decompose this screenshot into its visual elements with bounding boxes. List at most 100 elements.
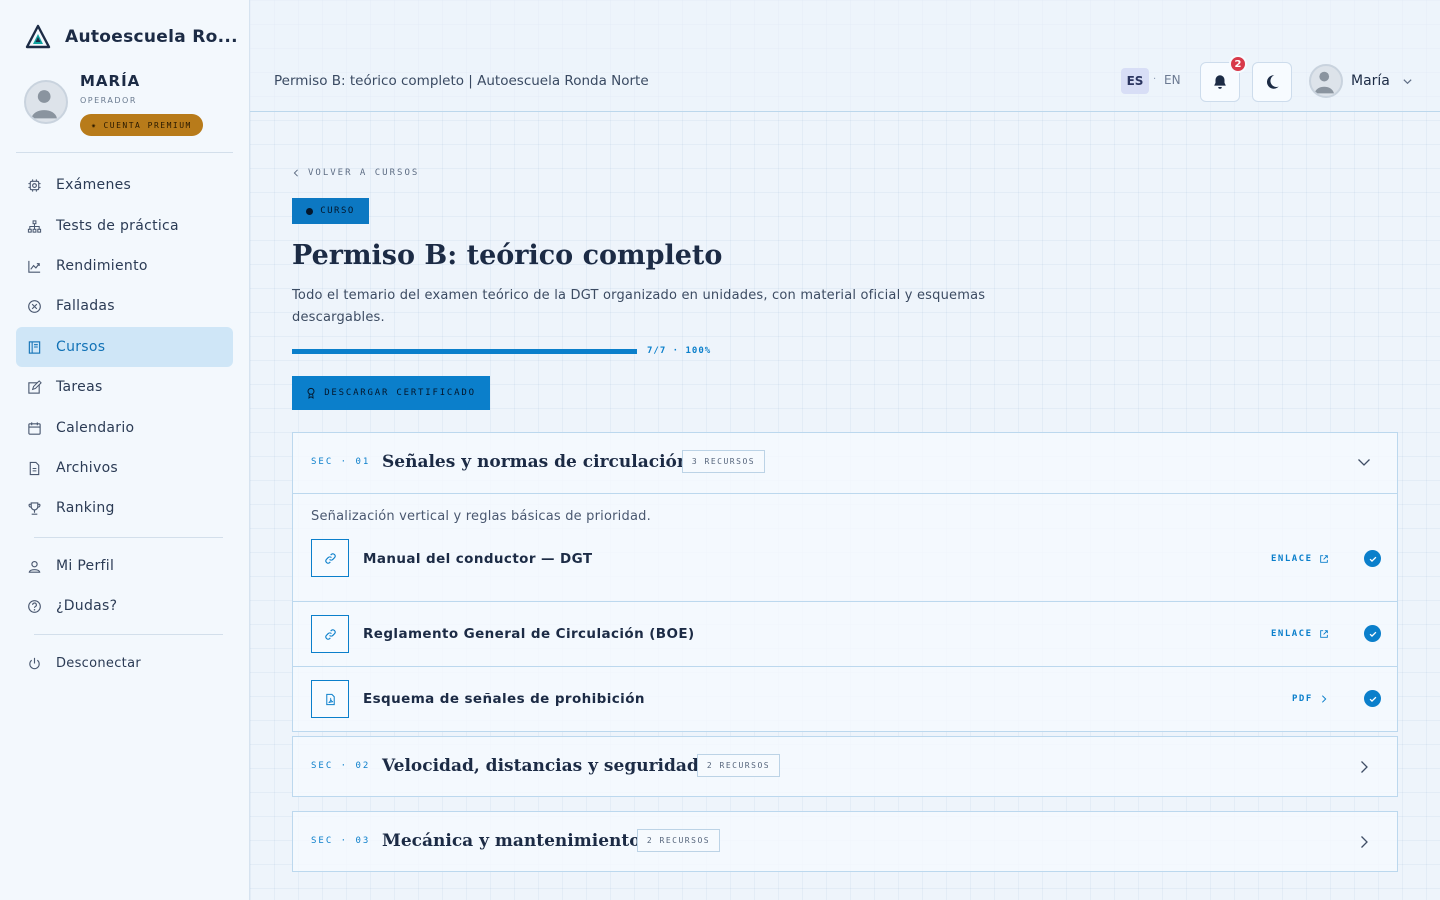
logout-label: Desconectar [56,655,141,671]
sidebar-item-falladas[interactable]: Falladas [16,286,233,326]
user-menu-name: María [1351,73,1390,89]
sidebar-item-examenes[interactable]: Exámenes [16,165,233,205]
theme-toggle-button[interactable] [1252,62,1292,102]
lang-en-button[interactable]: EN [1164,73,1181,87]
chevron-down-icon [1403,78,1412,84]
sidebar-divider [16,152,233,153]
notifications-button[interactable]: 2 [1200,55,1247,102]
edit-icon [27,379,42,395]
user-icon [27,559,42,574]
sidebar-item-label: ¿Dudas? [56,598,118,614]
sidebar-item-cursos[interactable]: Cursos [16,327,233,367]
completed-check-icon [1364,690,1381,707]
course-tag: CURSO [292,198,369,224]
download-certificate-button[interactable]: DESCARGAR CERTIFICADO [292,376,490,410]
section-resource-count: 2 RECURSOS [637,829,720,852]
sidebar-item-archivos[interactable]: Archivos [16,448,233,488]
course-progress-fill [292,349,637,354]
sidebar-item-calendario[interactable]: Calendario [16,408,233,448]
lang-es-button[interactable]: ES [1121,68,1149,94]
chevron-right-icon [1361,836,1368,848]
section-header[interactable]: SEC · 01 Señales y normas de circulación… [293,433,1397,493]
chevron-right-icon [1321,695,1327,703]
course-section[interactable]: SEC · 02 Velocidad, distancias y segurid… [292,736,1398,797]
chip-icon [27,178,42,193]
tag-dot-icon [306,207,314,215]
course-section: SEC · 01 Señales y normas de circulación… [292,432,1398,732]
download-certificate-label: DESCARGAR CERTIFICADO [324,388,476,398]
brand[interactable]: Autoescuela Ro... [25,24,238,50]
external-link-icon [1319,555,1328,563]
trend-chart-icon [27,259,42,274]
back-to-courses-link[interactable]: VOLVER A CURSOS [292,168,419,178]
completed-check-icon [1364,550,1381,567]
resource-type-link[interactable]: ENLACE [1271,554,1329,564]
resource-title: Esquema de señales de prohibición [363,691,645,707]
logout-button[interactable]: Desconectar [16,643,233,683]
section-number: SEC · 02 [311,761,371,771]
sidebar-item-label: Rendimiento [56,258,148,274]
sidebar-item-dudas[interactable]: ¿Dudas? [16,586,233,626]
back-link-label: VOLVER A CURSOS [308,168,420,178]
resource-type-label: PDF [1292,694,1313,704]
sidebar-item-rendimiento[interactable]: Rendimiento [16,246,233,286]
section-header[interactable]: SEC · 02 Velocidad, distancias y segurid… [293,737,1397,797]
sidebar-item-label: Tests de práctica [56,218,179,234]
course-progress-bar [292,349,637,354]
sidebar-item-label: Archivos [56,460,119,476]
resource-title: Manual del conductor — DGT [363,551,593,567]
resource-row[interactable]: Reglamento General de Circulación (BOE) … [293,601,1397,666]
user-role: OPERADOR [80,96,137,105]
section-number: SEC · 01 [311,457,371,467]
file-icon [27,461,42,476]
calendar-icon [27,421,42,436]
sidebar-item-label: Ranking [56,500,115,516]
chevron-left-icon [293,169,298,177]
section-header[interactable]: SEC · 03 Mecánica y mantenimiento 2 RECU… [293,812,1397,872]
user-name: MARÍA [80,72,141,90]
course-tag-label: CURSO [320,206,355,216]
resource-title: Reglamento General de Circulación (BOE) [363,626,695,642]
section-title: Velocidad, distancias y seguridad [382,756,699,776]
sidebar-item-ranking[interactable]: Ranking [16,488,233,528]
sidebar-item-label: Mi Perfil [56,558,115,574]
main-content: Permiso B: teórico completo | Autoescuel… [250,0,1440,900]
course-description: Todo el temario del examen teórico de la… [292,288,986,325]
sparkle-icon: ✷ [91,120,98,130]
section-resource-count: 3 RECURSOS [682,450,765,473]
premium-badge: ✷ CUENTA PREMIUM [80,114,203,136]
hierarchy-icon [27,219,42,234]
notification-count-badge: 2 [1229,55,1247,73]
link-icon [311,539,349,577]
chevron-right-icon [1361,761,1368,773]
sidebar-item-tests[interactable]: Tests de práctica [16,206,233,246]
sidebar-item-label: Calendario [56,420,135,436]
resource-type-label: ENLACE [1271,554,1313,564]
avatar[interactable] [24,80,68,124]
resource-type-link[interactable]: PDF [1292,694,1329,704]
sidebar-divider [34,634,223,635]
avatar-person-icon [31,90,57,119]
section-resource-count: 2 RECURSOS [697,754,780,777]
page-title: Permiso B: teórico completo | Autoescuel… [274,73,649,89]
avatar-person-icon [1314,71,1334,94]
section-number: SEC · 03 [311,836,371,846]
external-link-icon [1319,630,1328,638]
section-title: Señales y normas de circulación [382,452,690,472]
moon-icon [1266,75,1279,89]
book-icon [27,340,42,355]
question-icon [27,599,42,614]
sidebar-divider [34,537,223,538]
course-section[interactable]: SEC · 03 Mecánica y mantenimiento 2 RECU… [292,811,1398,872]
user-menu[interactable]: María [1309,64,1413,98]
resource-type-link[interactable]: ENLACE [1271,629,1329,639]
sidebar: Autoescuela Ro... MARÍA OPERADOR ✷ CUENT… [0,0,250,900]
resource-row[interactable]: Esquema de señales de prohibición PDF [293,666,1397,731]
chevron-down-icon [1358,459,1370,466]
pdf-icon [311,680,349,718]
resource-row[interactable]: Manual del conductor — DGT ENLACE [293,536,1397,601]
sidebar-item-tareas[interactable]: Tareas [16,367,233,407]
section-body: Señalización vertical y reglas básicas d… [293,493,1397,731]
sidebar-item-perfil[interactable]: Mi Perfil [16,546,233,586]
brand-logo-icon [25,24,51,49]
